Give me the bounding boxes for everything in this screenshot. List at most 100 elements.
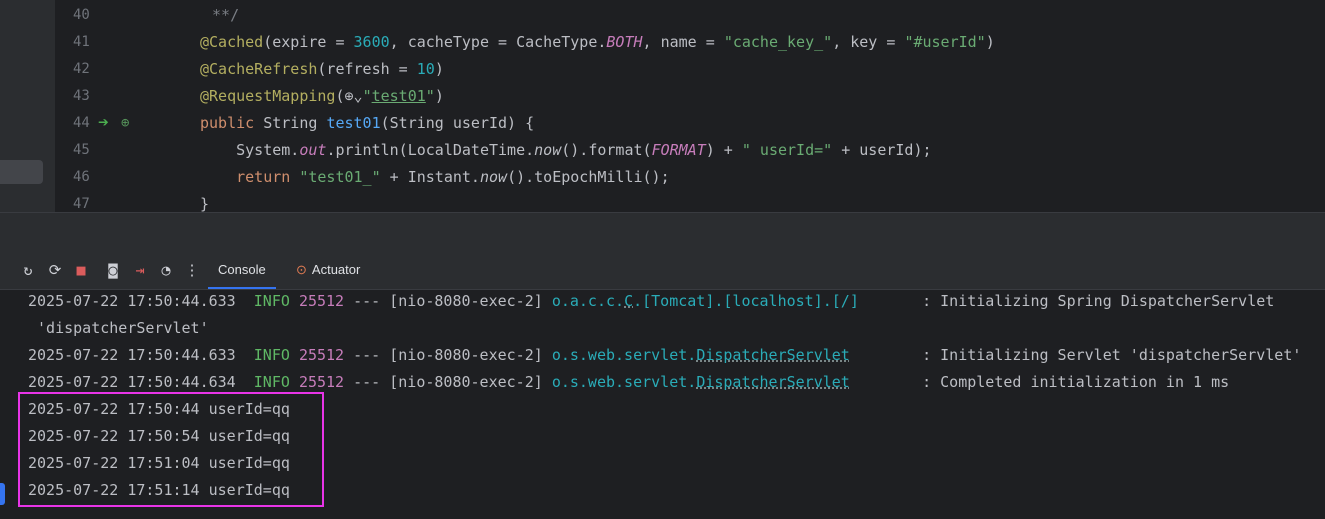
text-segment: " xyxy=(425,87,435,105)
line-number: 40 xyxy=(73,7,90,23)
rerun-icon[interactable]: ↻ xyxy=(18,260,38,280)
log-line: 2025-07-22 17:50:44.633 INFO 25512 --- [… xyxy=(28,342,1301,369)
exit-icon[interactable]: ⇥ xyxy=(130,260,150,280)
text-segment: " userId=" xyxy=(741,141,833,159)
camera-icon[interactable]: ◙ xyxy=(103,260,123,280)
code-line: @RequestMapping(⊕⌄"test01") xyxy=(200,83,444,110)
text-segment xyxy=(290,373,299,391)
highlight-box xyxy=(18,392,324,507)
text-segment: , cacheType = CacheType. xyxy=(389,33,607,51)
text-segment: 2025-07-22 17:50:44.633 xyxy=(28,292,254,310)
run-arrow-icon[interactable]: ➔ xyxy=(98,112,116,134)
text-segment: 'dispatcherServlet' xyxy=(28,319,209,337)
code-line: System.out.println(LocalDateTime.now().f… xyxy=(200,137,932,164)
text-segment: @RequestMapping xyxy=(200,87,336,105)
text-segment: ().format( xyxy=(561,141,652,159)
text-segment xyxy=(290,292,299,310)
restart-icon[interactable]: ⟳ xyxy=(45,260,65,280)
project-panel-strip xyxy=(0,0,55,212)
text-segment: "test01_" xyxy=(299,168,381,186)
text-segment: return xyxy=(236,168,300,186)
text-segment xyxy=(200,168,236,186)
text-segment: System. xyxy=(200,141,300,159)
text-segment: FORMAT xyxy=(651,141,706,159)
code-line: @CacheRefresh(refresh = 10) xyxy=(200,56,444,83)
text-segment: INFO xyxy=(253,346,290,364)
text-segment: (expire = xyxy=(263,33,354,51)
text-segment: @Cached xyxy=(200,33,264,51)
text-segment: test01 xyxy=(371,87,426,105)
text-segment: INFO xyxy=(253,373,290,391)
text-segment: out xyxy=(299,141,327,159)
text-segment: --- [nio-8080-exec-2] xyxy=(344,373,552,391)
text-segment: test01 xyxy=(326,114,381,132)
dashboard-icon[interactable]: ◔ xyxy=(156,260,176,280)
text-segment: " xyxy=(362,87,372,105)
text-segment: : Initializing Servlet 'dispatcherServle… xyxy=(849,346,1302,364)
text-segment: 3600 xyxy=(353,33,390,51)
text-segment: , key = xyxy=(832,33,905,51)
tab-console-label: Console xyxy=(218,262,266,277)
code-line: public String test01(String userId) { xyxy=(200,110,534,137)
left-accent-marker xyxy=(0,483,5,505)
line-number: 43 xyxy=(73,88,90,104)
text-segment: : Initializing Spring DispatcherServlet xyxy=(858,292,1275,310)
text-segment: o.s.web.servlet. xyxy=(551,373,697,391)
text-segment: --- [nio-8080-exec-2] xyxy=(344,346,552,364)
actuator-icon: ⊙ xyxy=(296,262,307,277)
text-segment: 25512 xyxy=(298,346,345,364)
text-segment: 25512 xyxy=(298,292,345,310)
code-line: @Cached(expire = 3600, cacheType = Cache… xyxy=(200,29,995,56)
text-segment: : Completed initialization in 1 ms xyxy=(849,373,1230,391)
text-segment: .[Tomcat].[localhost].[/] xyxy=(633,292,859,310)
text-segment: 10 xyxy=(416,60,435,78)
web-endpoint-icon[interactable]: ⊕ xyxy=(121,114,139,132)
line-number: 46 xyxy=(73,169,90,185)
text-segment: 25512 xyxy=(298,373,345,391)
text-segment: "cache_key_" xyxy=(723,33,833,51)
tab-actuator[interactable]: ⊙ Actuator xyxy=(286,251,370,289)
text-segment: } xyxy=(200,195,210,213)
text-segment: DispatcherServlet xyxy=(696,373,850,391)
text-segment: .println(LocalDateTime. xyxy=(326,141,535,159)
text-segment: (refresh = xyxy=(317,60,417,78)
text-segment: (String userId) { xyxy=(380,114,535,132)
code-editor[interactable]: 40 41 42 43 44 45 46 47 ➔ ⊕ **/@Cached(expire =… xyxy=(0,0,1325,213)
text-segment: DispatcherServlet xyxy=(696,346,850,364)
code-line: **/ xyxy=(203,2,239,29)
text-segment: "#userId" xyxy=(904,33,986,51)
text-segment: @CacheRefresh xyxy=(200,60,318,78)
text-segment: ⊕⌄ xyxy=(344,87,363,105)
text-segment: BOTH xyxy=(606,33,643,51)
run-tool-window-toolbar: ↻ ⟳ ■ ◙ ⇥ ◔ ⋮ Console ⊙ Actuator xyxy=(0,251,1325,290)
text-segment: ( xyxy=(335,87,345,105)
text-segment: **/ xyxy=(203,6,240,24)
text-segment: ) xyxy=(434,87,444,105)
text-segment: public xyxy=(200,114,264,132)
tab-actuator-label: Actuator xyxy=(311,262,361,277)
text-segment: C xyxy=(624,292,634,310)
text-segment: now xyxy=(534,141,562,159)
text-segment xyxy=(290,346,299,364)
text-segment: --- [nio-8080-exec-2] xyxy=(344,292,552,310)
text-segment: now xyxy=(479,168,508,186)
text-segment: + Instant. xyxy=(380,168,480,186)
panel-divider[interactable] xyxy=(0,212,1325,252)
text-segment: 2025-07-22 17:50:44.634 xyxy=(28,373,254,391)
text-segment: + userId); xyxy=(832,141,932,159)
line-number: 41 xyxy=(73,34,90,50)
text-segment: INFO xyxy=(253,292,290,310)
line-number: 42 xyxy=(73,61,90,77)
selected-tree-row[interactable] xyxy=(0,160,43,184)
text-segment: ().toEpochMilli(); xyxy=(507,168,670,186)
editor-gutter: 40 41 42 43 44 45 46 47 xyxy=(55,0,155,212)
text-segment: ) xyxy=(985,33,995,51)
tab-console[interactable]: Console xyxy=(208,251,276,289)
text-segment: ) + xyxy=(705,141,742,159)
stop-icon[interactable]: ■ xyxy=(71,260,91,280)
text-segment: o.a.c.c. xyxy=(551,292,625,310)
text-segment: ) xyxy=(434,60,444,78)
log-line: 'dispatcherServlet' xyxy=(28,315,209,342)
text-segment: , name = xyxy=(642,33,724,51)
more-icon[interactable]: ⋮ xyxy=(182,260,202,280)
